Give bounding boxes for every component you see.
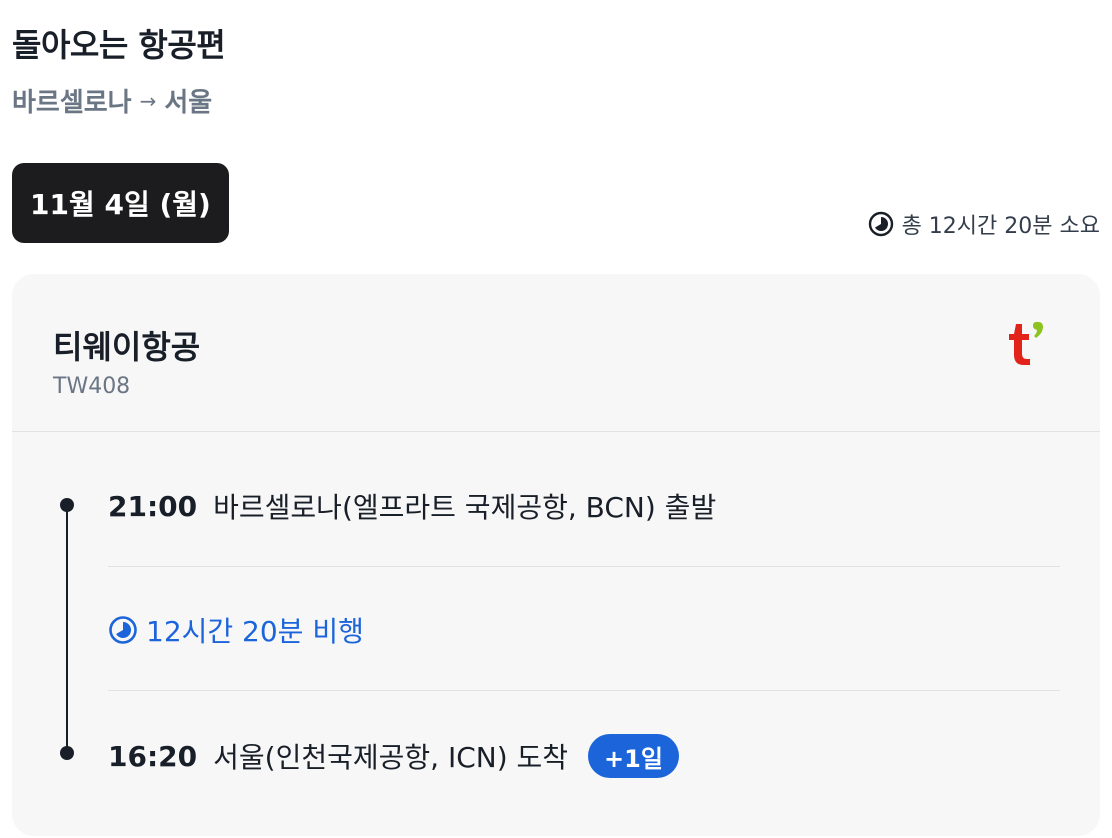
row-divider [108,690,1060,691]
timeline-line [66,504,68,752]
row-divider [108,566,1060,567]
next-day-badge: +1일 [588,734,679,778]
tway-logo-icon [1009,321,1043,365]
card-divider [12,431,1100,432]
flight-duration: 12시간 20분 비행 [108,610,364,650]
flight-number: TW408 [53,374,131,399]
arrival-row: 16:20 서울(인천국제공항, ICN) 도착 +1일 [108,734,679,778]
clock-icon [109,616,137,644]
route-arrow-icon: → [139,88,157,113]
flight-card: 티웨이항공 TW408 21:00 바르셀로나(엘프라트 국제공항, BCN) … [12,274,1100,836]
page-title: 돌아오는 항공편 [12,26,226,64]
arrival-time: 16:20 [108,739,198,773]
return-flight-page: 돌아오는 항공편 바르셀로나 → 서울 11월 4일 (월) 총 12시간 20… [0,0,1112,838]
clock-icon [868,211,893,237]
arrival-dot [60,746,74,760]
route-destination: 서울 [164,88,213,118]
arrival-place: 서울(인천국제공항, ICN) 도착 [213,741,569,774]
airline-name: 티웨이항공 [53,328,201,366]
departure-time: 21:00 [108,489,198,523]
flight-duration-label: 12시간 20분 비행 [146,615,364,648]
departure-place: 바르셀로나(엘프라트 국제공항, BCN) 출발 [213,491,717,524]
route-origin: 바르셀로나 [12,88,132,118]
date-chip: 11월 4일 (월) [12,163,229,243]
total-duration: 총 12시간 20분 소요 [868,208,1100,240]
route-summary: 바르셀로나 → 서울 [12,82,212,119]
total-duration-label: 총 12시간 20분 소요 [901,214,1100,239]
departure-row: 21:00 바르셀로나(엘프라트 국제공항, BCN) 출발 [108,486,716,526]
departure-dot [60,498,74,512]
